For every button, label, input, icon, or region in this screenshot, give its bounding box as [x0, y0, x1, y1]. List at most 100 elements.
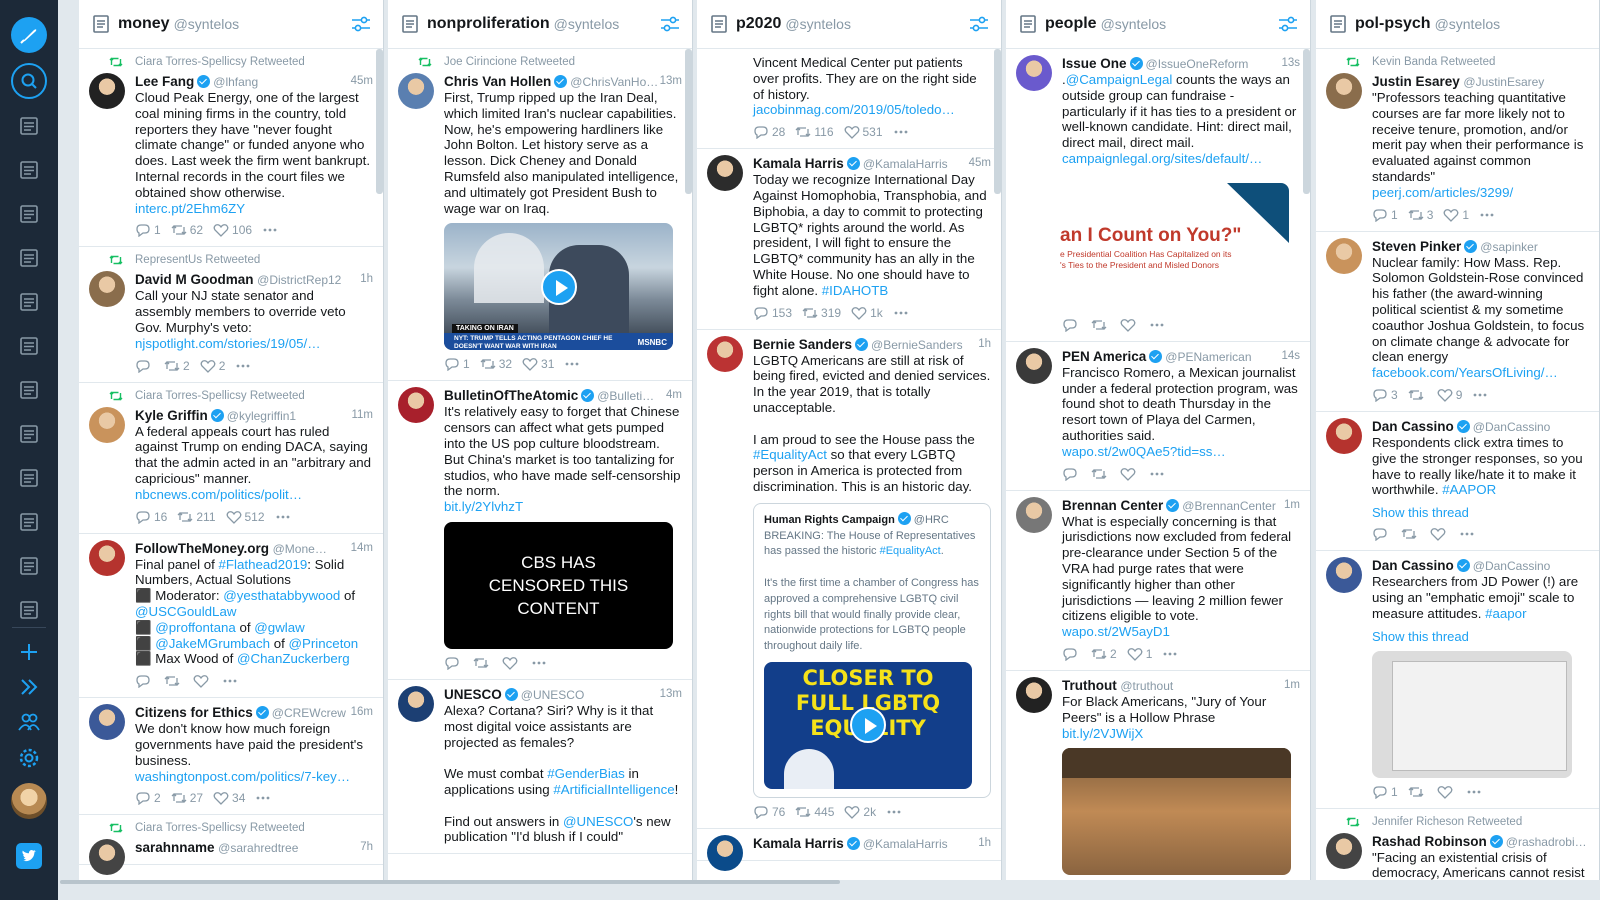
tweet-link[interactable]: washingtonpost.com/politics/7-key… — [135, 769, 373, 785]
reply-button[interactable]: 28 — [753, 125, 785, 140]
retweet-button[interactable] — [164, 674, 183, 688]
tweet-time[interactable]: 13s — [1281, 55, 1300, 72]
search-button[interactable] — [11, 63, 47, 99]
reply-button[interactable]: 1 — [1372, 208, 1398, 222]
author-handle[interactable]: @KamalaHarris — [863, 157, 948, 171]
author-name[interactable]: Rashad Robinson — [1372, 834, 1487, 849]
author-handle[interactable]: @truthout — [1120, 679, 1173, 693]
author-handle[interactable]: @IssueOneReform — [1146, 57, 1249, 71]
author-handle[interactable]: @DanCassino — [1473, 420, 1551, 434]
column-timeline[interactable]: Joe Cirincione Retweeted Chris Van Hollen… — [388, 49, 692, 880]
author-name[interactable]: UNESCO — [444, 687, 502, 702]
reply-button[interactable]: 2 — [135, 791, 161, 806]
sidebar-column-5-button[interactable] — [11, 284, 47, 320]
sidebar-column-4-button[interactable] — [11, 240, 47, 276]
more-options-button[interactable] — [1472, 388, 1488, 402]
more-options-button[interactable] — [1466, 785, 1482, 799]
like-button[interactable]: 9 — [1437, 388, 1462, 402]
author-avatar[interactable] — [89, 839, 125, 876]
tweet-link[interactable]: bit.ly/2YlvhzT — [444, 499, 682, 515]
author-name[interactable]: Dan Cassino — [1372, 558, 1454, 573]
tweet-link[interactable]: wapo.st/2w0QAe5?tid=ss… — [1062, 444, 1300, 460]
quoted-tweet[interactable]: Human Rights Campaign @HRC BREAKING: The H… — [753, 502, 991, 798]
expand-button[interactable] — [11, 669, 47, 705]
quoted-author-handle[interactable]: @HRC — [914, 514, 949, 526]
author-avatar[interactable] — [89, 73, 125, 109]
column-header[interactable]: p2020 @syntelos — [697, 0, 1001, 49]
like-button[interactable] — [193, 674, 212, 689]
add-column-button[interactable] — [11, 634, 47, 670]
sidebar-column-9-button[interactable] — [11, 460, 47, 496]
retweet-button[interactable]: 445 — [795, 805, 834, 819]
tweet-time[interactable]: 1h — [360, 271, 373, 288]
author-handle[interactable]: @BernieSanders — [871, 338, 963, 352]
horizontal-scrollbar[interactable] — [60, 880, 840, 884]
column-timeline[interactable]: Vincent Medical Center put patients over… — [697, 49, 1001, 880]
filter-settings-icon[interactable] — [351, 15, 371, 33]
author-avatar[interactable] — [89, 406, 125, 443]
retweet-button[interactable]: 32 — [480, 357, 512, 371]
sidebar-column-2-button[interactable] — [11, 152, 47, 188]
tweet-image[interactable] — [1062, 748, 1291, 876]
tweet-link[interactable]: facebook.com/YearsOfLiving/… — [1372, 365, 1589, 381]
tweet-time[interactable]: 4m — [666, 387, 682, 404]
author-avatar[interactable] — [1326, 417, 1362, 454]
author-handle[interactable]: @rashadrobi… — [1506, 835, 1587, 849]
author-handle[interactable]: @PENamerican — [1165, 350, 1251, 364]
more-options-button[interactable] — [275, 510, 291, 524]
tweet-time[interactable]: 11m — [351, 407, 373, 424]
column-timeline[interactable]: Ciara Torres-Spellicsy Retweeted Lee Fang… — [79, 49, 383, 880]
sidebar-column-1-button[interactable] — [11, 108, 47, 144]
tweet-time[interactable]: 13m — [660, 73, 682, 90]
reply-button[interactable] — [444, 656, 463, 670]
sidebar-column-7-button[interactable] — [11, 372, 47, 408]
like-button[interactable] — [502, 656, 521, 670]
author-avatar[interactable] — [707, 335, 743, 372]
tweet-time[interactable]: 1h — [978, 835, 991, 852]
author-avatar[interactable] — [1326, 832, 1362, 869]
like-button[interactable]: 531 — [844, 125, 883, 139]
author-avatar[interactable] — [89, 704, 125, 741]
retweet-button[interactable]: 2 — [1091, 647, 1117, 661]
retweet-button[interactable] — [1408, 388, 1427, 402]
author-name[interactable]: Kamala Harris — [753, 156, 844, 171]
like-button[interactable] — [1120, 467, 1139, 481]
author-avatar[interactable] — [1326, 557, 1362, 594]
play-button[interactable] — [540, 268, 577, 305]
author-avatar[interactable] — [398, 387, 434, 424]
author-avatar[interactable] — [707, 155, 743, 192]
tweet[interactable]: RepresentUs Retweeted David M Goodman @Di… — [79, 247, 383, 383]
sidebar-column-3-button[interactable] — [11, 196, 47, 232]
author-avatar[interactable] — [398, 73, 434, 109]
author-name[interactable]: Chris Van Hollen — [444, 74, 551, 89]
author-name[interactable]: Brennan Center — [1062, 498, 1163, 513]
column-scrollbar[interactable] — [994, 49, 1001, 194]
tweet-link[interactable]: jacobinmag.com/2019/05/toledo… — [753, 102, 991, 118]
tweet[interactable]: Jennifer Richeson Retweeted Rashad Robins… — [1316, 809, 1599, 880]
like-button[interactable]: 31 — [522, 357, 554, 371]
author-handle[interactable]: @lhfang — [213, 75, 258, 89]
retweet-button[interactable] — [1091, 467, 1110, 481]
author-handle[interactable]: @sarahredtree — [218, 841, 298, 855]
more-options-button[interactable] — [1149, 318, 1165, 332]
more-options-button[interactable] — [255, 791, 271, 805]
author-handle[interactable]: @Bulleti… — [597, 389, 654, 403]
tweet-link[interactable]: peerj.com/articles/3299/ — [1372, 185, 1589, 201]
tweet[interactable]: Bernie Sanders @BernieSanders 1h LGBTQ Amer… — [697, 330, 1001, 829]
author-name[interactable]: Kamala Harris — [753, 836, 844, 851]
column-scrollbar[interactable] — [376, 49, 383, 194]
tweet-link[interactable]: wapo.st/2W5ayD1 — [1062, 624, 1300, 640]
tweet-link[interactable]: campaignlegal.org/sites/default/… — [1062, 151, 1300, 167]
tweet-link[interactable]: nbcnews.com/politics/polit… — [135, 487, 373, 503]
like-button[interactable] — [1430, 527, 1449, 542]
retweet-button[interactable]: 62 — [171, 223, 203, 237]
author-handle[interactable]: @BrennanCenter — [1182, 499, 1276, 513]
author-name[interactable]: BulletinOfTheAtomic — [444, 388, 578, 403]
tweet-time[interactable]: 1h — [978, 336, 991, 353]
reply-button[interactable]: 16 — [135, 510, 167, 524]
filter-settings-icon[interactable] — [660, 15, 680, 33]
tweet-image[interactable]: an I Count on You?" e Presidential Coalit… — [1060, 182, 1289, 311]
author-name[interactable]: Bernie Sanders — [753, 337, 852, 352]
retweet-button[interactable]: 211 — [177, 510, 216, 524]
like-button[interactable]: 1 — [1443, 208, 1469, 222]
